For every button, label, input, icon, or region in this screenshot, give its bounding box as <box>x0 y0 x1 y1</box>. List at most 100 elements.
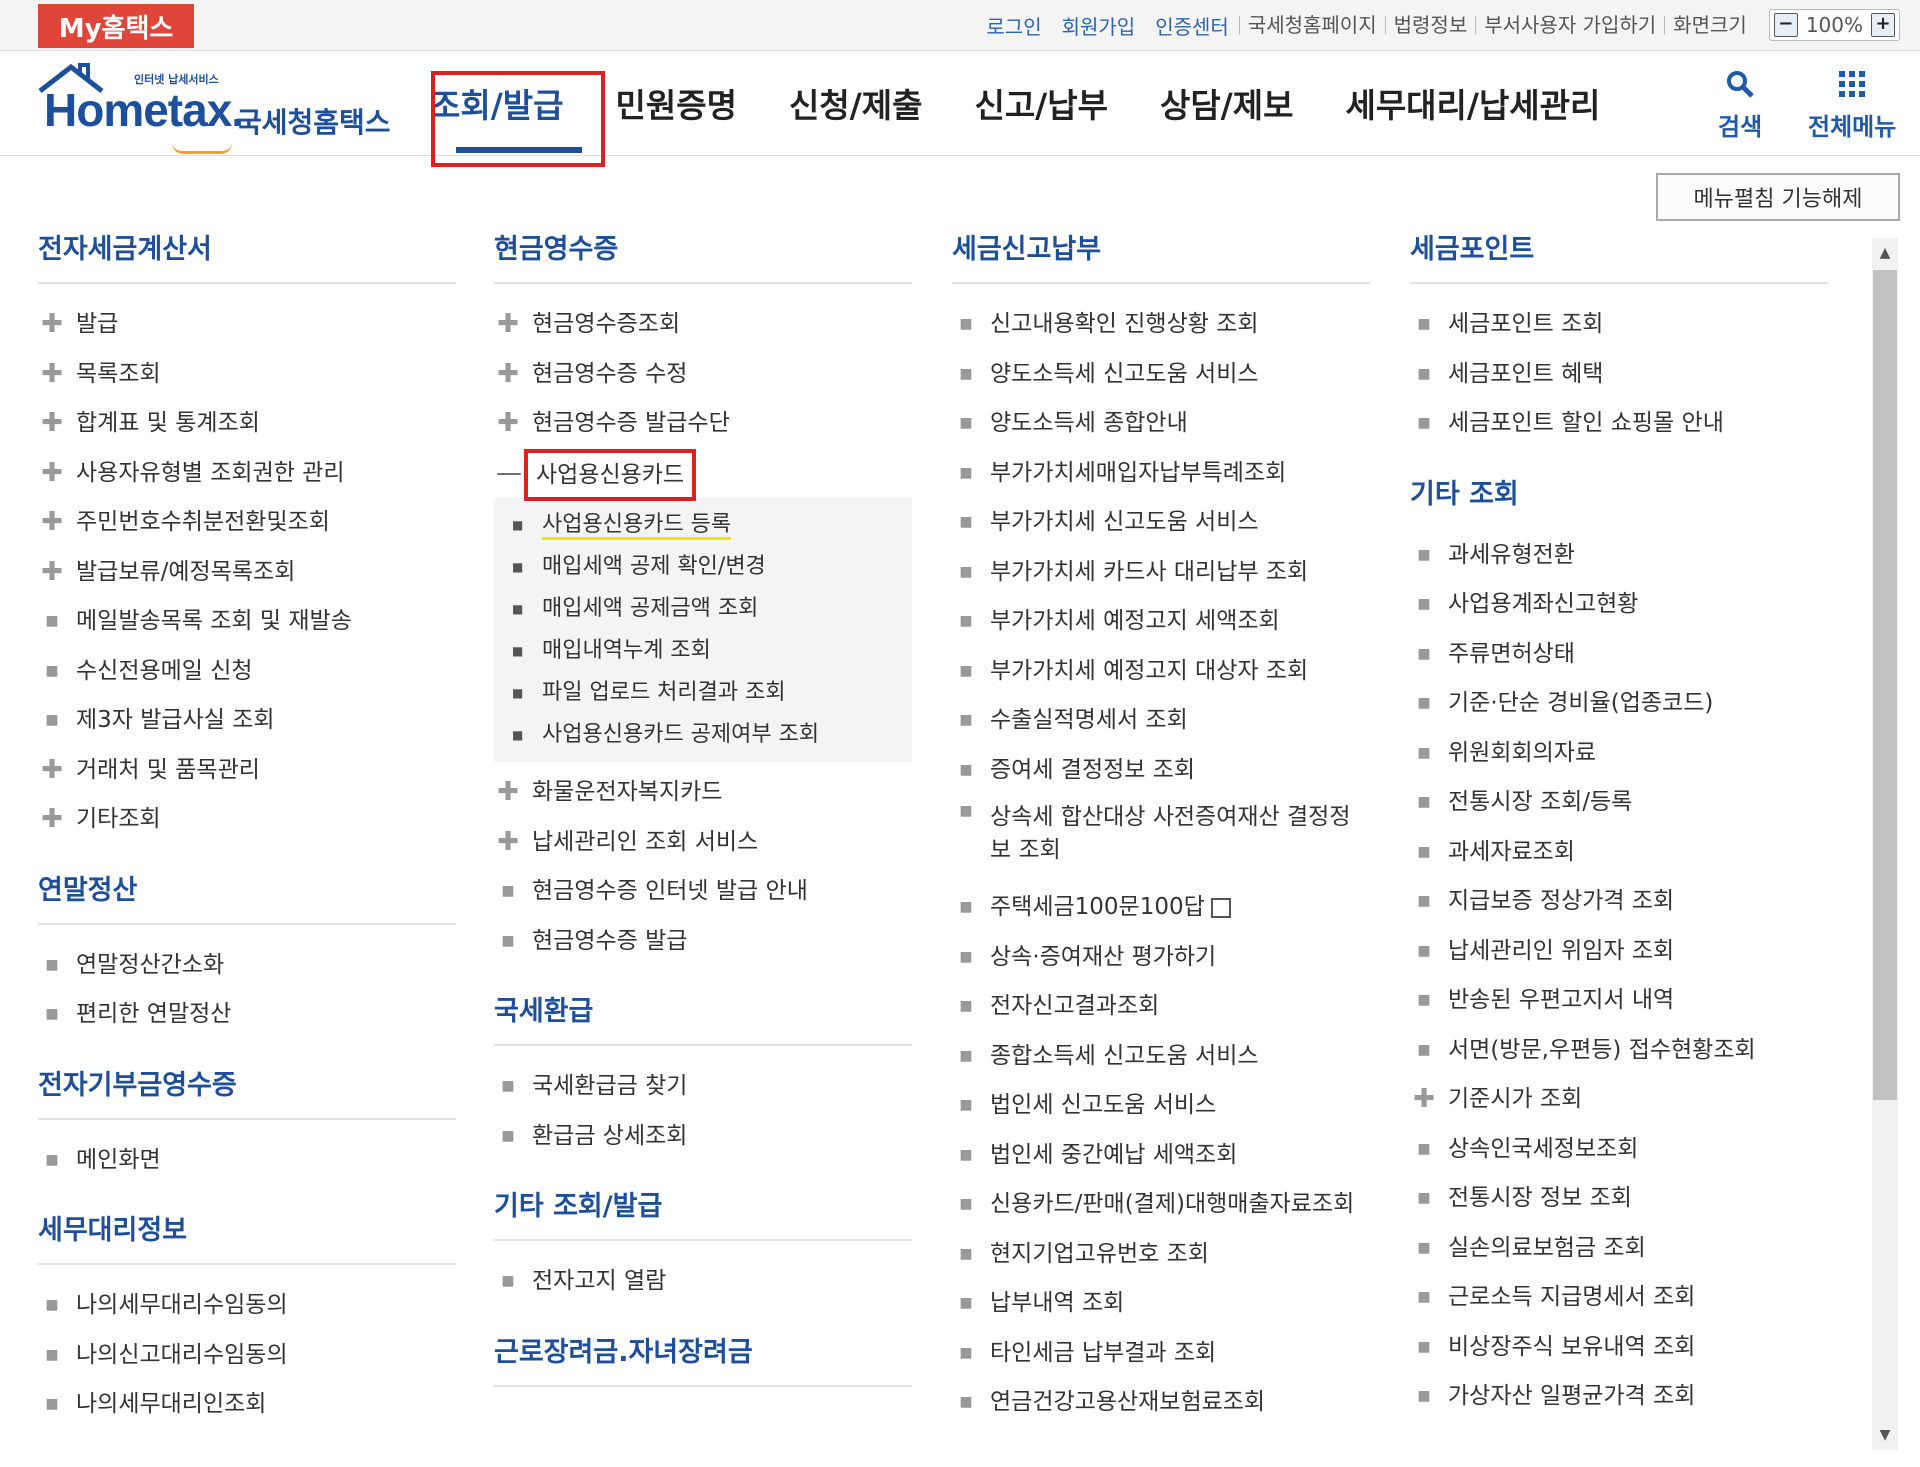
gnb-civil-certificate[interactable]: 민원증명 <box>616 79 737 127</box>
menu-item[interactable]: ■ 전자고지 열람 <box>494 1257 912 1307</box>
menu-item[interactable]: ■ 상속세 합산대상 사전증여재산 결정정보 조회 <box>952 795 1370 883</box>
section-title[interactable]: 근로장려금.자녀장려금 <box>494 1333 912 1373</box>
scroll-up-arrow-icon[interactable]: ▲ <box>1872 240 1898 266</box>
section-title[interactable]: 기타 조회 <box>1410 475 1828 515</box>
scrollbar-thumb[interactable] <box>1873 270 1897 1100</box>
menu-item[interactable]: ■ 과세자료조회 <box>1410 828 1828 878</box>
signup-link[interactable]: 회원가입 <box>1062 11 1136 40</box>
submenu-item[interactable]: ■ 매입세액 공제금액 조회 <box>494 588 912 630</box>
menu-item[interactable]: ■ 실손의료보험금 조회 <box>1410 1224 1828 1274</box>
menu-item[interactable]: ■ 양도소득세 신고도움 서비스 <box>952 350 1370 400</box>
menu-item[interactable]: ✚ 발급 <box>38 300 456 350</box>
hometax-logo[interactable]: 인터넷 납세서비스 Hometax. 국세청홈택스 <box>36 61 396 154</box>
menu-item[interactable]: ■ 신용카드/판매(결제)대행매출자료조회 <box>952 1180 1370 1230</box>
menu-item[interactable]: ■ 타인세금 납부결과 조회 <box>952 1329 1370 1379</box>
menu-item[interactable]: ■ 전통시장 정보 조회 <box>1410 1174 1828 1224</box>
menu-item[interactable]: ■ 연금건강고용산재보험료조회 <box>952 1378 1370 1428</box>
menu-item[interactable]: ■ 법인세 신고도움 서비스 <box>952 1081 1370 1131</box>
all-menu-button[interactable]: 전체메뉴 <box>1808 69 1896 142</box>
menu-item[interactable]: ■ 국세환급금 찾기 <box>494 1062 912 1112</box>
menu-item[interactable]: ■ 수신전용메일 신청 <box>38 647 456 697</box>
menu-item[interactable]: ■ 부가가치세 카드사 대리납부 조회 <box>952 548 1370 598</box>
menu-item[interactable]: ■ 가상자산 일평균가격 조회 <box>1410 1372 1828 1422</box>
search-button[interactable]: 검색 <box>1718 69 1762 142</box>
menu-item[interactable]: ■ 세금포인트 조회 <box>1410 300 1828 350</box>
gnb-consult-report[interactable]: 상담/제보 <box>1160 79 1294 127</box>
menu-item[interactable]: ■ 나의신고대리수임동의 <box>38 1331 456 1381</box>
menu-item[interactable]: ■ 수출실적명세서 조회 <box>952 696 1370 746</box>
section-title[interactable]: 전자기부금영수증 <box>38 1066 456 1106</box>
menu-item[interactable]: ■ 서면(방문,우편등) 접수현황조회 <box>1410 1026 1828 1076</box>
menu-item[interactable]: ■ 환급금 상세조회 <box>494 1112 912 1162</box>
gnb-report-pay[interactable]: 신고/납부 <box>974 79 1108 127</box>
menu-item[interactable]: ■ 주류면허상태 <box>1410 630 1828 680</box>
menu-item[interactable]: ■ 지급보증 정상가격 조회 <box>1410 877 1828 927</box>
menu-item[interactable]: ✚ 합계표 및 통계조회 <box>38 399 456 449</box>
scroll-down-arrow-icon[interactable]: ▼ <box>1872 1422 1898 1448</box>
menu-item[interactable]: ■ 근로소득 지급명세서 조회 <box>1410 1273 1828 1323</box>
my-hometax-tab[interactable]: My홈택스 <box>38 4 194 48</box>
menu-item[interactable]: ■ 나의세무대리수임동의 <box>38 1281 456 1331</box>
nts-homepage-link[interactable]: 국세청홈페이지 <box>1238 15 1385 35</box>
menu-item[interactable]: ■ 부가가치세매입자납부특례조회 <box>952 449 1370 499</box>
menu-item[interactable]: ■ 현금영수증 발급 <box>494 917 912 967</box>
menu-item[interactable]: ■ 과세유형전환 <box>1410 531 1828 581</box>
section-title[interactable]: 세금포인트 <box>1410 230 1828 270</box>
menu-item[interactable]: ✚ 사용자유형별 조회권한 관리 <box>38 449 456 499</box>
menu-item[interactable]: ■ 사업용계좌신고현황 <box>1410 580 1828 630</box>
menu-item[interactable]: ■ 부가가치세 예정고지 대상자 조회 <box>952 647 1370 697</box>
menu-item[interactable]: ■ 비상장주식 보유내역 조회 <box>1410 1323 1828 1373</box>
menu-item[interactable]: ■ 제3자 발급사실 조회 <box>38 696 456 746</box>
menu-item[interactable]: ■ 나의세무대리인조회 <box>38 1380 456 1430</box>
menu-item[interactable]: ■ 연말정산간소화 <box>38 941 456 991</box>
login-link[interactable]: 로그인 <box>986 11 1041 40</box>
menu-item[interactable]: ✚ 기준시가 조회 <box>1410 1075 1828 1125</box>
menu-item[interactable]: ■ 전통시장 조회/등록 <box>1410 778 1828 828</box>
menu-item[interactable]: ✚ 주민번호수취분전환및조회 <box>38 498 456 548</box>
menu-item[interactable]: ✚ 화물운전자복지카드 <box>494 768 912 818</box>
menu-item[interactable]: ■ 증여세 결정정보 조회 <box>952 746 1370 796</box>
menu-item[interactable]: ■ 종합소득세 신고도움 서비스 <box>952 1032 1370 1082</box>
menu-item[interactable]: ■ 메인화면 <box>38 1136 456 1186</box>
section-title[interactable]: 현금영수증 <box>494 230 912 270</box>
submenu-item[interactable]: ■ 사업용신용카드 등록 <box>494 504 912 546</box>
menu-item[interactable]: ■ 부가가치세 예정고지 세액조회 <box>952 597 1370 647</box>
menu-item[interactable]: ✚ 현금영수증 발급수단 <box>494 399 912 449</box>
menu-item[interactable]: ✚ 기타조회 <box>38 795 456 845</box>
section-title[interactable]: 기타 조회/발급 <box>494 1187 912 1227</box>
menu-item[interactable]: ■ 법인세 중간예납 세액조회 <box>952 1131 1370 1181</box>
section-title[interactable]: 세무대리정보 <box>38 1211 456 1251</box>
menu-item[interactable]: ■ 위원회회의자료 <box>1410 729 1828 779</box>
cert-center-link[interactable]: 인증센터 <box>1155 11 1229 40</box>
gnb-tax-agent[interactable]: 세무대리/납세관리 <box>1345 79 1600 127</box>
menu-item[interactable]: ■ 메일발송목록 조회 및 재발송 <box>38 597 456 647</box>
zoom-in-button[interactable]: + <box>1871 13 1895 37</box>
submenu-item[interactable]: ■ 매입세액 공제 확인/변경 <box>494 546 912 588</box>
zoom-out-button[interactable]: − <box>1773 13 1798 37</box>
menu-item[interactable]: ■ 납세관리인 위임자 조회 <box>1410 927 1828 977</box>
menu-item[interactable]: ✚ 거래처 및 품목관리 <box>38 746 456 796</box>
section-title[interactable]: 연말정산 <box>38 871 456 911</box>
dept-user-signup-link[interactable]: 부서사용자 가입하기 <box>1475 15 1664 35</box>
menu-item[interactable]: ■ 상속인국세정보조회 <box>1410 1125 1828 1175</box>
menu-item[interactable]: ■ 세금포인트 할인 쇼핑몰 안내 <box>1410 399 1828 449</box>
menu-item[interactable]: ■ 납부내역 조회 <box>952 1279 1370 1329</box>
submenu-item[interactable]: ■ 파일 업로드 처리결과 조회 <box>494 672 912 714</box>
menu-item[interactable]: ■ 현금영수증 인터넷 발급 안내 <box>494 867 912 917</box>
menu-expand-toggle-button[interactable]: 메뉴펼침 기능해제 <box>1656 173 1900 221</box>
menu-item[interactable]: ■ 세금포인트 혜택 <box>1410 350 1828 400</box>
submenu-item[interactable]: ■ 매입내역누계 조회 <box>494 630 912 672</box>
menu-item[interactable]: ■ 양도소득세 종합안내 <box>952 399 1370 449</box>
menu-item[interactable]: ■ 전자신고결과조회 <box>952 982 1370 1032</box>
menu-item[interactable]: ■ 기준·단순 경비율(업종코드) <box>1410 679 1828 729</box>
gnb-apply-submit[interactable]: 신청/제출 <box>789 79 923 127</box>
menu-item[interactable]: ✚ 발급보류/예정목록조회 <box>38 548 456 598</box>
menu-item[interactable]: ■ 상속·증여재산 평가하기 <box>952 933 1370 983</box>
menu-item[interactable]: ✚ 현금영수증조회 <box>494 300 912 350</box>
section-title[interactable]: 전자세금계산서 <box>38 230 456 270</box>
law-info-link[interactable]: 법령정보 <box>1384 15 1476 35</box>
menu-item[interactable]: ■ 주택세금100문100답 <box>952 883 1370 933</box>
menu-item[interactable]: ✚ 목록조회 <box>38 350 456 400</box>
section-title[interactable]: 국세환급 <box>494 992 912 1032</box>
menu-item-expanded[interactable]: — 사업용신용카드 <box>494 448 912 501</box>
